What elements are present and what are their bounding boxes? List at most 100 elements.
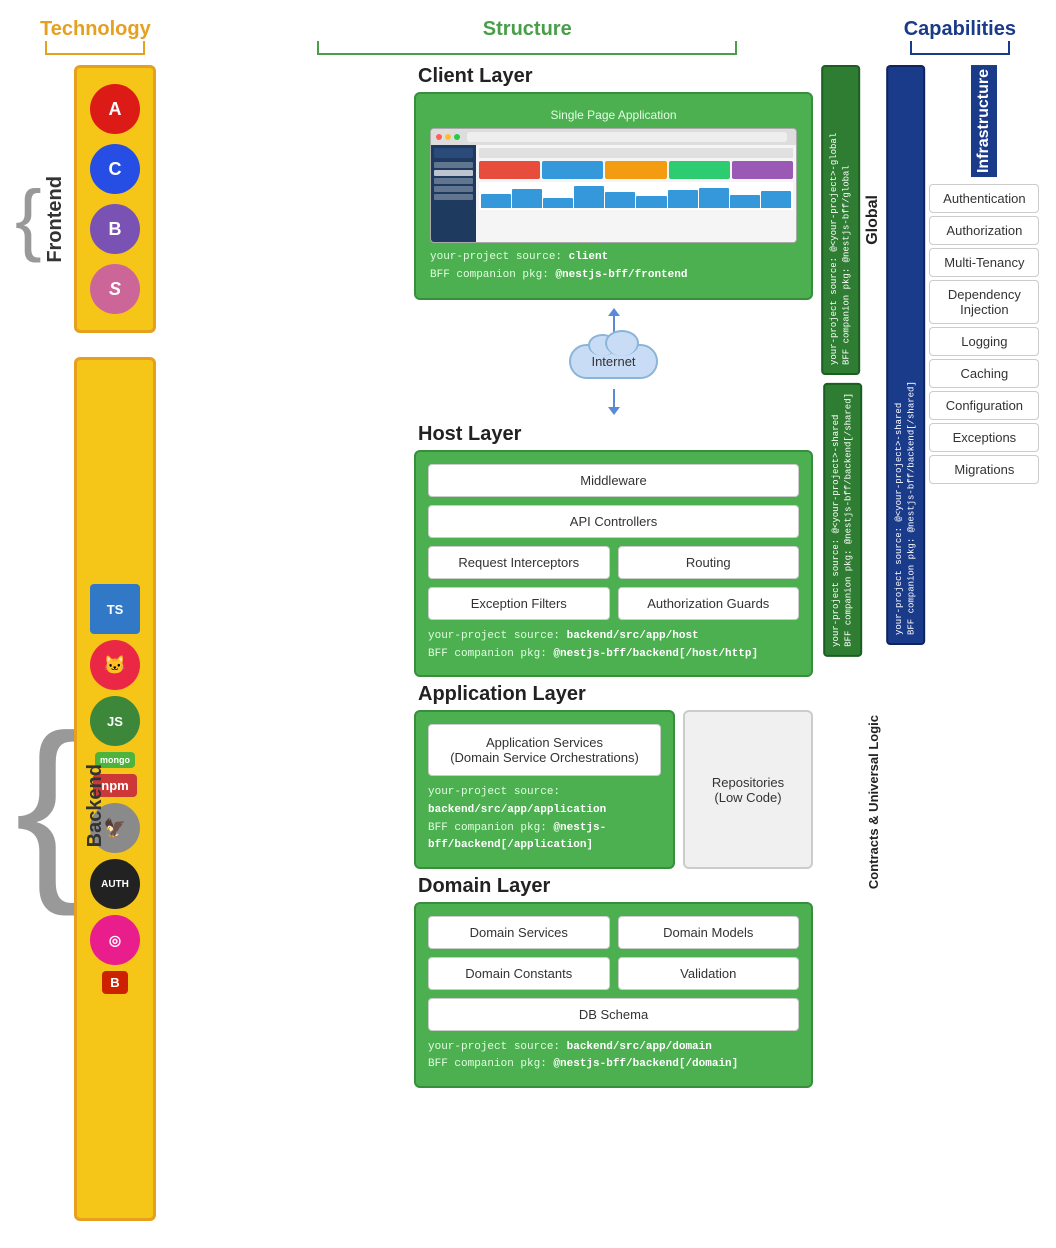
typescript-icon: TS — [90, 584, 140, 634]
spa-screenshot — [430, 128, 797, 243]
contracts-bar-area: your-project source: @<your-project>-sha… — [823, 383, 881, 1221]
app-source-text: your-project source: backend/src/app/app… — [428, 784, 661, 854]
global-section: your-project source: @<your-project>-glo… — [821, 65, 882, 1221]
chart-bar-9 — [730, 195, 760, 208]
infrastructure-items-col: Infrastructure Authentication Authorizat… — [929, 65, 1039, 484]
header: Technology Structure Capabilities — [0, 0, 1056, 55]
validation-box: Validation — [618, 957, 800, 990]
infra-migrations: Migrations — [929, 455, 1039, 484]
bc-card-1 — [479, 161, 540, 179]
backend-bracket-container: { Backend — [15, 391, 70, 1221]
nx-icon: ◎ — [90, 915, 140, 965]
app-services-box: Application Services(Domain Service Orch… — [428, 724, 661, 776]
bc-card-4 — [669, 161, 730, 179]
nav-item-1 — [434, 162, 473, 168]
browser-dot-yellow — [445, 134, 451, 140]
client-source-text: your-project source: client BFF companio… — [430, 249, 797, 284]
nestjs-icon: 🐱 — [90, 640, 140, 690]
browser-dot-green — [454, 134, 460, 140]
global-source-bar: your-project source: @<your-project>-glo… — [821, 65, 860, 375]
nodejs-icon: JS — [90, 696, 140, 746]
global-label: Global — [864, 195, 882, 245]
chart-bar-1 — [481, 194, 511, 208]
internet-section: Internet — [414, 306, 813, 417]
internet-cloud: Internet — [569, 344, 657, 379]
browser-url-bar — [467, 132, 787, 142]
browser-bar — [431, 129, 796, 145]
domain-constants-box: Domain Constants — [428, 957, 610, 990]
oauth-icon: AUTH — [90, 859, 140, 909]
repositories-box: Repositories(Low Code) — [683, 710, 813, 868]
nav-item-3 — [434, 178, 473, 184]
frontend-bracket-container: { Frontend — [15, 65, 70, 373]
chart-bar-8 — [699, 188, 729, 208]
frontend-icons-box: A C B S — [74, 65, 156, 333]
chart-bar-10 — [761, 191, 791, 208]
bc-card-3 — [605, 161, 666, 179]
contracts-source-bar: your-project source: @<your-project>-sha… — [823, 383, 862, 657]
nav-item-5 — [434, 194, 473, 200]
global-bar-area: your-project source: @<your-project>-glo… — [821, 65, 882, 375]
domain-models-box: Domain Models — [618, 916, 800, 949]
browser-nav — [431, 145, 476, 242]
infra-dependency-injection: DependencyInjection — [929, 280, 1039, 324]
infra-exceptions: Exceptions — [929, 423, 1039, 452]
bootstrap-icon: B — [90, 204, 140, 254]
domain-layer-section: Domain Layer Domain Services Domain Mode… — [414, 875, 813, 1088]
db-schema-box: DB Schema — [428, 998, 799, 1031]
routing-box: Routing — [618, 546, 800, 579]
bc-chart — [479, 182, 793, 210]
main-layout: { Frontend { Backend A C B S TS 🐱 JS — [0, 55, 1056, 1231]
domain-row-1: Domain Services Domain Models — [428, 916, 799, 949]
header-technology: Technology — [40, 18, 151, 55]
infra-multitenancy: Multi-Tenancy — [929, 248, 1039, 277]
nav-item-2 — [434, 170, 473, 176]
bc-cards — [479, 161, 793, 179]
chart-bar-4 — [574, 186, 604, 208]
chart-bar-5 — [605, 192, 635, 208]
infra-authorization: Authorization — [929, 216, 1039, 245]
application-layer-title: Application Layer — [414, 683, 813, 706]
infrastructure-section: your-project source: @<your-project>-sha… — [886, 65, 1039, 1221]
client-layer-title: Client Layer — [414, 65, 813, 88]
chart-bar-2 — [512, 189, 542, 208]
infra-authentication: Authentication — [929, 184, 1039, 213]
host-row-1: Request Interceptors Routing — [428, 546, 799, 579]
contracts-label: Contracts & Universal Logic — [866, 715, 881, 889]
arrow-down — [613, 389, 615, 409]
icons-area: A C B S TS 🐱 JS mongo npm 🦅 AUTH ◎ B — [74, 65, 156, 1221]
exception-filters-box: Exception Filters — [428, 587, 610, 620]
bull-icon: B — [102, 971, 127, 994]
browser-body — [431, 145, 796, 242]
bracket-technology — [45, 41, 145, 55]
domain-layer-box: Domain Services Domain Models Domain Con… — [414, 902, 813, 1088]
client-layer-box: Single Page Application — [414, 92, 813, 300]
browser-dot-red — [436, 134, 442, 140]
chart-bar-7 — [668, 190, 698, 208]
right-area: your-project source: @<your-project>-glo… — [821, 65, 1041, 1221]
sass-icon: S — [90, 264, 140, 314]
bc-card-5 — [732, 161, 793, 179]
domain-source-text: your-project source: backend/src/app/dom… — [428, 1039, 799, 1074]
domain-layer-title: Domain Layer — [414, 875, 813, 898]
host-layer-section: Host Layer Middleware API Controllers Re… — [414, 423, 813, 677]
host-layer-box: Middleware API Controllers Request Inter… — [414, 450, 813, 677]
angular-icon: A — [90, 84, 140, 134]
left-area: { Frontend { Backend A C B S TS 🐱 JS — [15, 65, 414, 1221]
infrastructure-source-bar: your-project source: @<your-project>-sha… — [886, 65, 925, 645]
authorization-guards-box: Authorization Guards — [618, 587, 800, 620]
labels-area: { Frontend { Backend — [15, 65, 70, 1221]
browser-content — [476, 145, 796, 242]
chart-bar-6 — [636, 196, 666, 208]
header-structure: Structure — [317, 18, 737, 55]
infra-configuration: Configuration — [929, 391, 1039, 420]
application-layer-section: Application Layer Application Services(D… — [414, 683, 813, 868]
backend-label: Backend — [84, 764, 107, 847]
backend-brace: { — [15, 706, 82, 906]
domain-services-box: Domain Services — [428, 916, 610, 949]
host-row-2: Exception Filters Authorization Guards — [428, 587, 799, 620]
host-source-text: your-project source: backend/src/app/hos… — [428, 628, 799, 663]
client-layer-section: Client Layer Single Page Application — [414, 65, 813, 300]
api-controllers-box: API Controllers — [428, 505, 799, 538]
header-capabilities: Capabilities — [904, 18, 1016, 55]
